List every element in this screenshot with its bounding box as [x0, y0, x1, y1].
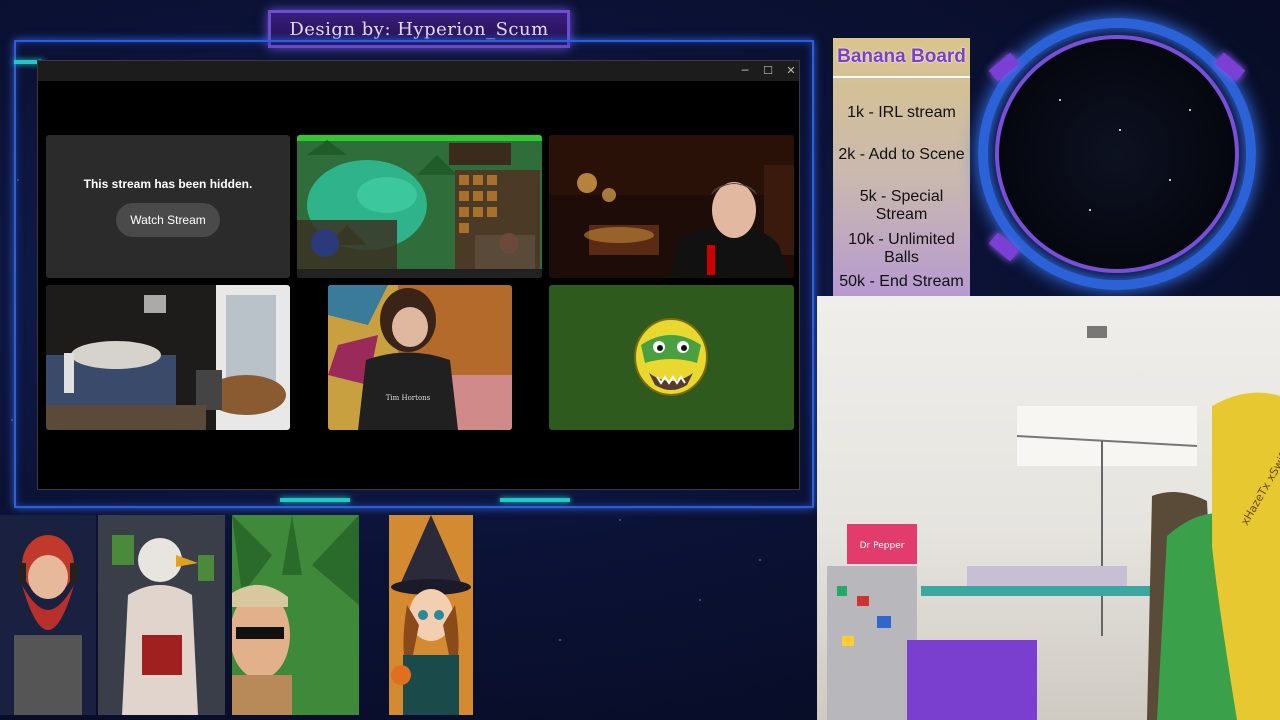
star-sparkle	[1189, 109, 1191, 111]
game-stream-video	[297, 135, 542, 278]
watch-stream-button[interactable]: Watch Stream	[116, 203, 220, 237]
window-titlebar[interactable]: ─ ☐ ✕	[38, 61, 799, 81]
banana-board-panel: Banana Board 1k - IRL stream 2k - Add to…	[833, 38, 970, 296]
bearded-man-icon	[0, 515, 96, 715]
banana-board-item: 50k - End Stream	[839, 273, 964, 290]
banana-board-item: 10k - Unlimited Balls	[848, 231, 955, 266]
banana-board-item: 2k - Add to Scene	[838, 146, 965, 163]
room-stream-video-2	[46, 285, 290, 430]
maximize-button[interactable]: ☐	[758, 63, 778, 79]
banana-board-title: Banana Board	[833, 38, 970, 78]
room-stream-video-1	[549, 135, 794, 278]
portal-space	[995, 35, 1239, 273]
close-button[interactable]: ✕	[781, 63, 801, 79]
emote-stream-tile[interactable]	[549, 285, 794, 430]
game-stream-tile[interactable]	[297, 135, 542, 278]
star-sparkle	[1169, 179, 1171, 181]
banana-board-item: 1k - IRL stream	[847, 104, 956, 121]
shirt-text: Tim Hortons	[386, 394, 431, 402]
witch-girl-icon	[389, 515, 473, 715]
person-stream-video: Tim Hortons	[328, 285, 512, 430]
frame-accent-bottom-2	[500, 498, 570, 502]
sunglasses-avatar	[232, 515, 359, 715]
person-stream-tile[interactable]: Tim Hortons	[328, 285, 512, 430]
minimize-button[interactable]: ─	[735, 63, 755, 79]
frame-accent-bottom-1	[280, 498, 350, 502]
hidden-stream-message: This stream has been hidden.	[83, 177, 253, 191]
frog-emote-icon	[634, 318, 708, 396]
hidden-stream-tile: This stream has been hidden. Watch Strea…	[46, 135, 290, 278]
star-sparkle	[1089, 209, 1091, 211]
room-stream-tile-2[interactable]	[46, 285, 290, 430]
streamer-webcam: Dr Pepper xHazeTx xSwifey x Coopz Greenl…	[817, 296, 1280, 720]
bird-avatar	[98, 515, 225, 715]
witch-avatar	[389, 515, 473, 715]
banana-board-item: 5k - Special Stream	[859, 188, 944, 223]
bearded-avatar	[0, 515, 96, 715]
svg-text:Dr Pepper: Dr Pepper	[860, 541, 905, 551]
man-with-sunglasses-icon	[232, 515, 359, 715]
room-stream-tile-1[interactable]	[549, 135, 794, 278]
bird-character-icon	[98, 515, 225, 715]
star-sparkle	[1059, 99, 1061, 101]
star-sparkle	[1119, 129, 1121, 131]
webcam-video: Dr Pepper xHazeTx xSwifey x Coopz Greenl…	[827, 322, 1280, 720]
stream-window: ─ ☐ ✕ This stream has been hidden. Watch…	[37, 60, 800, 490]
